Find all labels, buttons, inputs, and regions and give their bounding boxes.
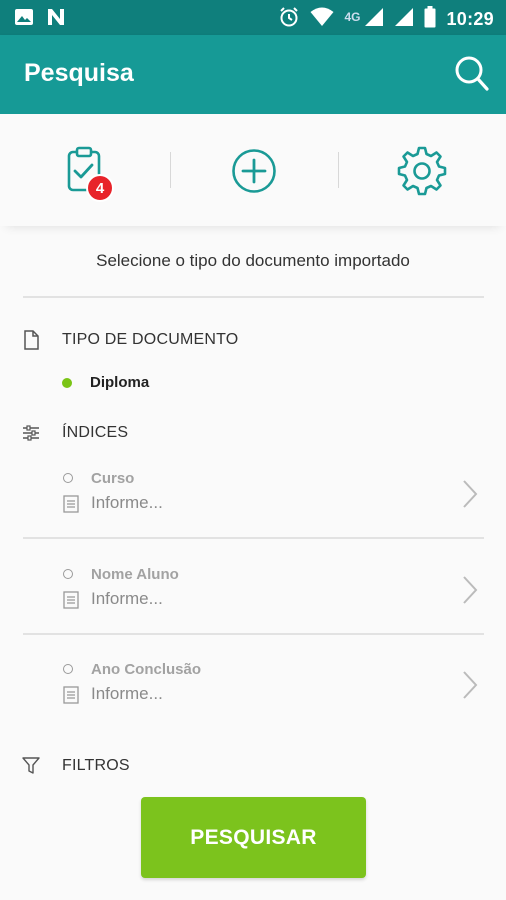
action-strip: 4: [0, 114, 506, 226]
index-field-nome-aluno[interactable]: Nome Aluno Informe...: [23, 561, 484, 656]
search-button[interactable]: [454, 55, 490, 93]
field-name: Nome Aluno: [91, 566, 179, 583]
section-label: ÍNDICES: [62, 424, 129, 441]
search-submit-button[interactable]: PESQUISAR: [141, 797, 366, 878]
section-label: TIPO DE DOCUMENTO: [62, 331, 239, 348]
instruction-text: Selecione o tipo do documento importado: [96, 251, 410, 270]
document-type-label: Diploma: [90, 374, 150, 391]
field-value: Informe...: [91, 684, 163, 703]
document-type-header: TIPO DE DOCUMENTO: [22, 330, 238, 350]
selected-indicator: [62, 377, 72, 388]
field-value: Informe...: [91, 589, 163, 608]
add-circle-icon: [232, 149, 276, 193]
field-name: Curso: [91, 470, 135, 487]
filters-header[interactable]: FILTROS: [22, 757, 130, 775]
divider: [170, 152, 171, 188]
divider: [23, 296, 484, 298]
text-field-icon: [63, 495, 79, 513]
radio-icon: [63, 569, 73, 579]
chevron-right-icon: [463, 480, 478, 508]
section-label: FILTROS: [62, 757, 130, 774]
text-field-icon: [63, 686, 79, 704]
index-field-curso[interactable]: Curso Informe...: [23, 465, 484, 560]
app-bar: Pesquisa: [0, 35, 506, 114]
indices-header: ÍNDICES: [22, 424, 128, 442]
signal-icon: [364, 7, 384, 32]
field-value: Informe...: [91, 493, 163, 512]
wifi-icon: [310, 7, 334, 32]
chevron-right-icon: [463, 671, 478, 699]
filter-icon: [22, 757, 40, 774]
status-bar: 4G 10:29: [0, 0, 506, 35]
radio-icon: [63, 473, 73, 483]
document-icon: [24, 330, 39, 350]
notification-badge: 4: [86, 174, 114, 202]
n-app-icon: [46, 7, 66, 32]
page-title: Pesquisa: [24, 59, 134, 87]
index-field-ano-conclusao[interactable]: Ano Conclusão Informe...: [23, 656, 484, 751]
radio-icon: [63, 664, 73, 674]
search-icon: [455, 56, 489, 91]
document-type-option[interactable]: Diploma: [62, 374, 149, 391]
chevron-right-icon: [463, 576, 478, 604]
divider: [23, 537, 484, 539]
settings-button[interactable]: [395, 144, 449, 198]
signal-icon: [394, 7, 414, 32]
divider: [338, 152, 339, 188]
settings-gear-icon: [397, 146, 447, 196]
divider: [23, 633, 484, 635]
alarm-icon: [278, 6, 300, 33]
add-button[interactable]: [227, 144, 281, 198]
battery-icon: [424, 6, 436, 33]
sliders-icon: [23, 425, 39, 441]
network-type: 4G: [344, 9, 361, 24]
image-icon: [14, 8, 34, 31]
clock: 10:29: [446, 9, 494, 29]
text-field-icon: [63, 591, 79, 609]
field-name: Ano Conclusão: [91, 661, 202, 678]
